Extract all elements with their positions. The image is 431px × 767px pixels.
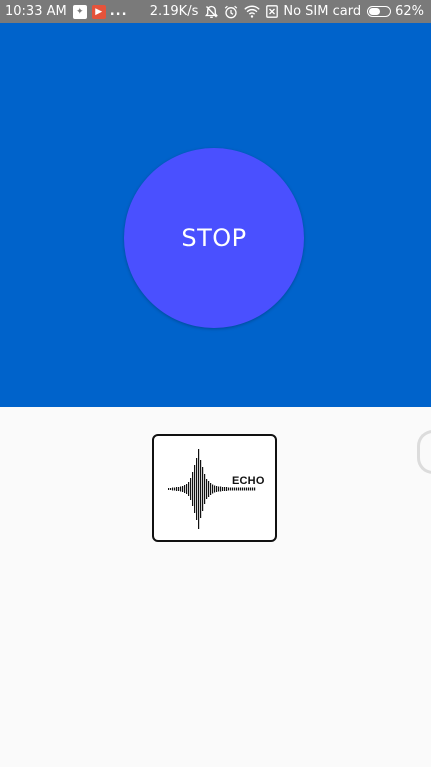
carrier-label: No SIM card [283,4,362,19]
status-bar-right: 2.19K/s No SIM card 62% [150,0,424,23]
no-sim-icon [266,5,279,18]
video-app-icon: ▶ [91,4,106,19]
wave-bar [198,449,200,529]
wave-bar [248,487,250,491]
battery-icon [367,6,392,17]
do-not-disturb-icon [205,5,219,19]
echo-logo: ECHO [152,434,277,542]
stop-button[interactable]: STOP [124,148,304,328]
wave-bar [192,472,194,506]
wave-bar [176,487,178,491]
wave-bar [244,487,246,491]
wave-bar [188,482,190,496]
wave-bar [214,485,216,493]
wave-bar [226,487,228,491]
wave-bar [190,478,192,500]
wave-bar [232,487,234,491]
wave-bar [222,487,224,491]
clock: 10:33 AM [5,4,67,19]
alarm-icon [224,5,238,19]
wave-bar [184,485,186,493]
sound-wave-graphic [168,449,256,529]
ticket-app-icon: ✦ [72,4,87,19]
wave-bar [196,458,198,520]
logo-text: ECHO [232,475,265,487]
wave-bar [186,484,188,494]
wave-bar [236,487,238,491]
wave-bar [200,460,202,518]
wave-bar [216,486,218,492]
battery-percent: 62% [395,4,424,19]
wave-bar [202,467,204,511]
wave-bar [180,486,182,492]
wave-bar [252,487,254,491]
wave-bar [246,487,248,491]
wave-bar [194,465,196,513]
wave-bar [172,487,174,491]
edge-drawer-handle[interactable] [417,430,431,474]
battery-level [369,8,381,15]
wave-bar [182,486,184,492]
wave-bar [238,487,240,491]
wave-bar [224,487,226,491]
wave-bar [210,483,212,495]
wave-bar [174,487,176,491]
wave-bar [254,487,256,491]
wave-bar [204,474,206,504]
wave-bar [178,487,180,491]
wave-bar [208,481,210,497]
status-bar: 10:33 AM ✦ ▶ ... 2.19K/s No SIM card 62% [0,0,431,23]
wave-bar [218,486,220,492]
more-notifications-indicator: ... [109,4,128,19]
wave-bar [228,487,230,491]
wave-bar [250,487,252,491]
control-panel: STOP [0,23,431,407]
wave-bar [242,487,244,491]
wave-bar [240,487,242,491]
wave-bar [168,488,170,490]
wave-bar [212,484,214,494]
wifi-icon [244,5,261,18]
wave-bar [230,487,232,491]
wave-bar [170,488,172,490]
wave-bar [234,487,236,491]
wave-bar [206,479,208,499]
network-speed: 2.19K/s [149,4,199,19]
status-bar-left: 10:33 AM ✦ ▶ ... [5,0,128,23]
wave-bar [220,486,222,492]
